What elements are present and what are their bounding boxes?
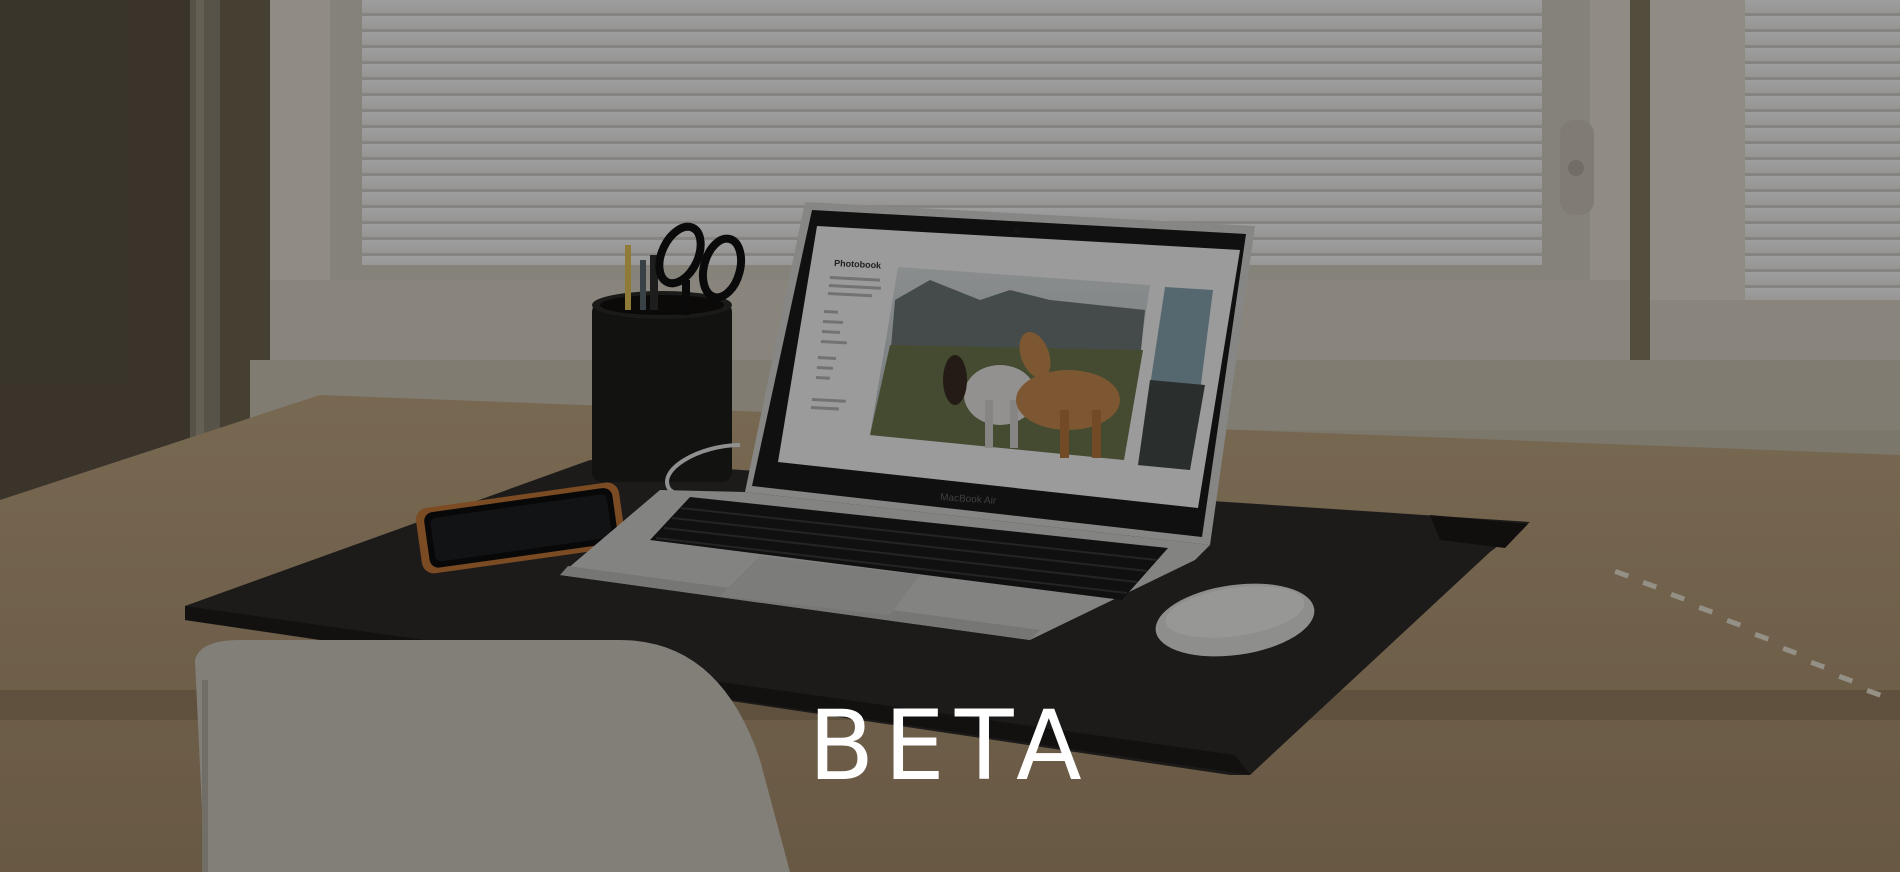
- hero-banner: Photobook MacBook Air BETA: [0, 0, 1900, 872]
- beta-badge: BETA: [808, 690, 1092, 802]
